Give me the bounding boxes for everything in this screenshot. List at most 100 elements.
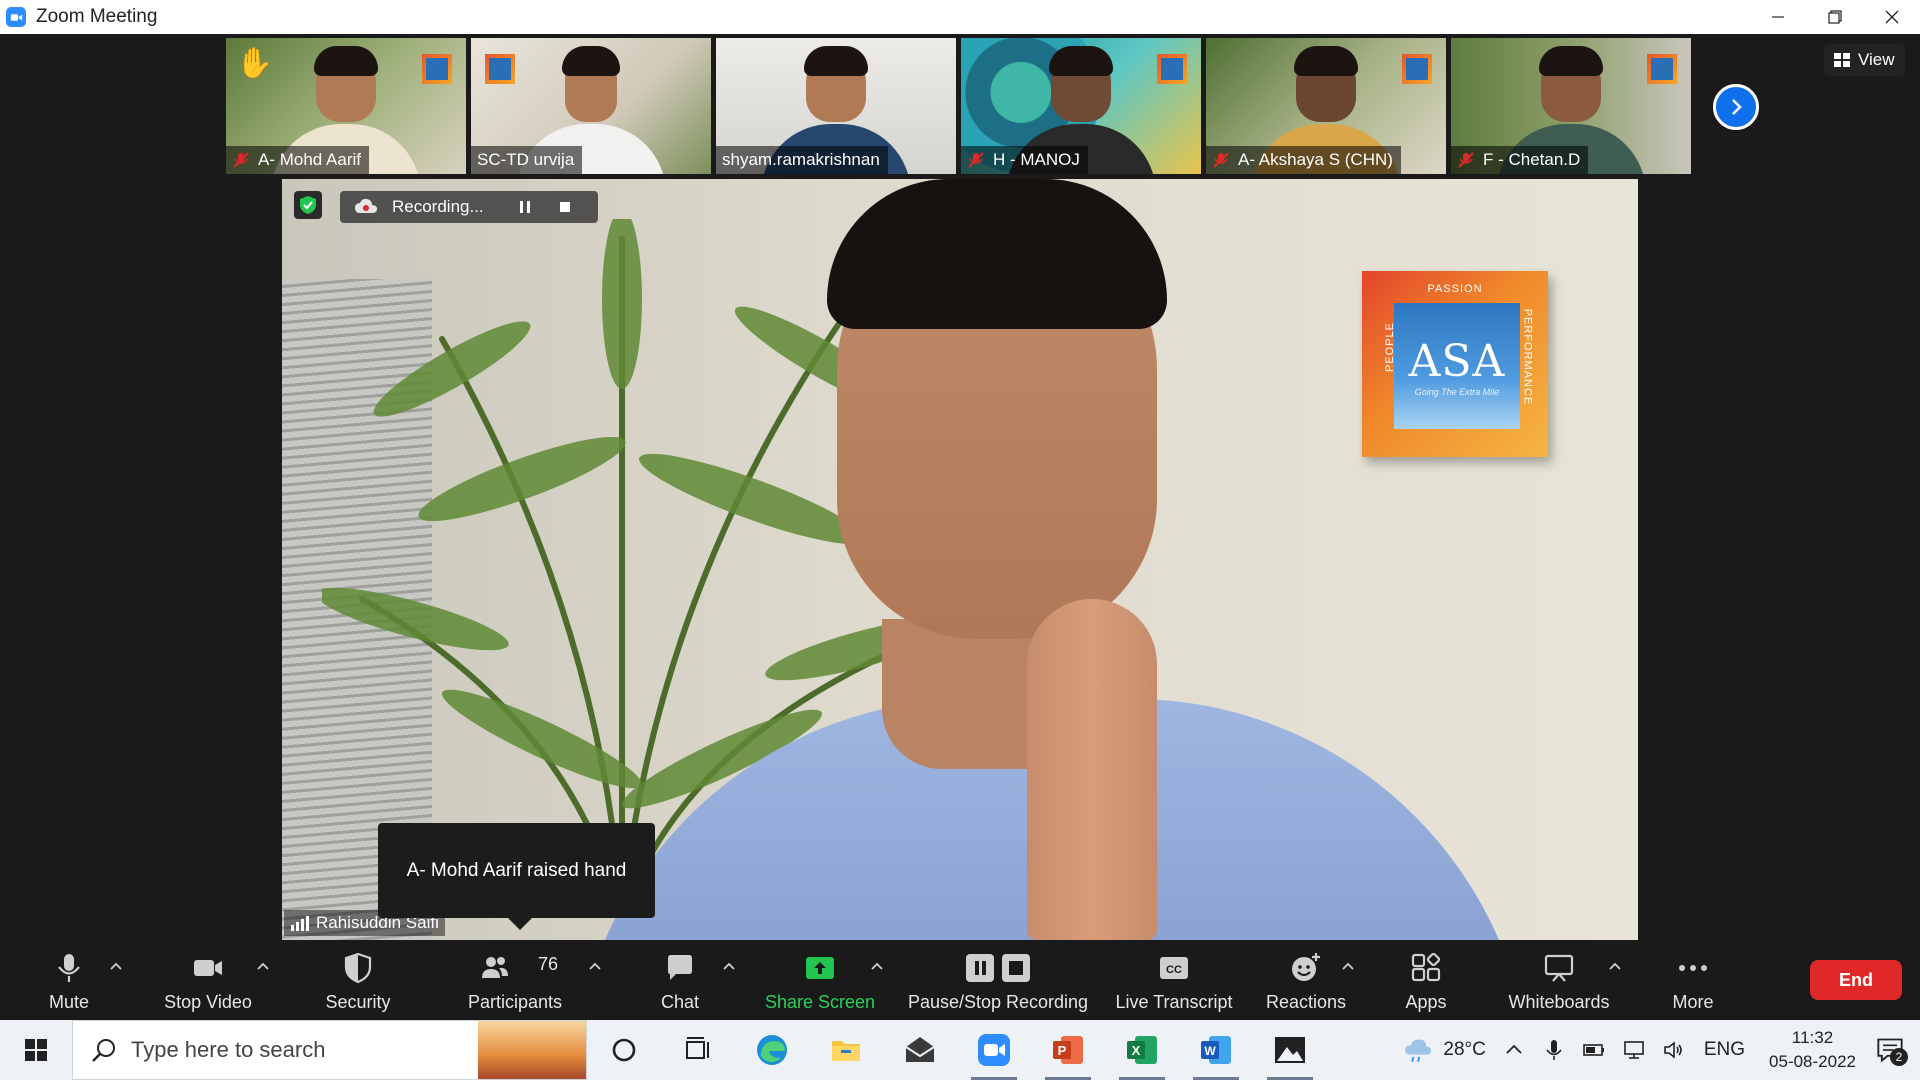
live-transcript-label: Live Transcript (1115, 992, 1233, 1012)
chevron-up-icon[interactable] (587, 958, 603, 974)
taskbar-clock[interactable]: 11:32 05-08-2022 (1769, 1026, 1856, 1074)
task-view-button[interactable] (661, 1020, 735, 1080)
language-indicator[interactable]: ENG (1704, 1039, 1745, 1061)
chat-button[interactable]: Chat (655, 940, 705, 1020)
cortana-button[interactable] (587, 1020, 661, 1080)
zoom-taskbar-button[interactable] (957, 1020, 1031, 1080)
search-icon (92, 1039, 115, 1062)
security-button[interactable]: Security (320, 940, 396, 1020)
windows-logo-icon (25, 1039, 47, 1061)
mail-envelope-icon (905, 1037, 935, 1062)
stop-video-button[interactable]: Stop Video (158, 940, 258, 1020)
photos-taskbar-button[interactable] (1253, 1020, 1327, 1080)
participant-tile[interactable]: shyam.ramakrishnan (716, 38, 956, 174)
view-button[interactable]: View (1824, 44, 1905, 76)
microphone-icon (1546, 1040, 1562, 1060)
end-meeting-button[interactable]: End (1810, 960, 1902, 1000)
participant-name: SC-TD urvija (477, 150, 575, 169)
pause-stop-recording-button[interactable]: Pause/Stop Recording (906, 940, 1090, 1020)
weather-widget[interactable]: 28°C (1401, 1036, 1486, 1064)
participant-name: A- Mohd Aarif (258, 150, 361, 169)
pause-recording-icon[interactable] (518, 200, 532, 214)
search-input[interactable] (131, 1037, 431, 1063)
share-screen-button[interactable]: Share Screen (764, 940, 876, 1020)
participant-tile[interactable]: ✋ A- Mohd Aarif (226, 38, 466, 174)
asa-poster: PASSION PEOPLE PERFORMANCE ASA Going The… (1362, 271, 1548, 457)
participants-button[interactable]: Participants (463, 940, 567, 1020)
encryption-shield-icon[interactable] (294, 191, 322, 219)
battery-icon (1583, 1044, 1604, 1056)
participant-name-bar: A- Akshaya S (CHN) (1206, 146, 1401, 174)
word-taskbar-button[interactable]: W (1179, 1020, 1253, 1080)
next-page-button[interactable] (1713, 84, 1759, 130)
stop-recording-icon[interactable] (558, 200, 572, 214)
svg-text:CC: CC (1166, 964, 1182, 976)
participant-tile[interactable]: A- Akshaya S (CHN) (1206, 38, 1446, 174)
excel-taskbar-button[interactable]: X (1105, 1020, 1179, 1080)
share-screen-icon (806, 957, 834, 979)
apps-button[interactable]: Apps (1402, 940, 1450, 1020)
search-highlight-banner[interactable] (478, 1021, 586, 1079)
whiteboards-label: Whiteboards (1508, 992, 1610, 1012)
mute-button[interactable]: Mute (42, 940, 96, 1020)
chat-label: Chat (660, 992, 700, 1012)
battery-button[interactable] (1582, 1038, 1606, 1062)
participant-name-bar: F - Chetan.D (1451, 146, 1589, 174)
shield-icon (344, 952, 372, 984)
close-button[interactable] (1863, 0, 1920, 34)
chevron-up-icon[interactable] (869, 958, 885, 974)
powerpoint-icon: P (1053, 1036, 1083, 1064)
minimize-button[interactable] (1749, 0, 1806, 34)
participant-name: H - MANOJ (993, 150, 1080, 169)
taskbar-search[interactable] (72, 1020, 587, 1080)
reactions-label: Reactions (1265, 992, 1347, 1012)
zoom-window: Zoom Meeting ✋ A- Mohd Aarif SC-TD urvij… (0, 0, 1920, 1080)
poster-right-text: PERFORMANCE (1521, 308, 1534, 406)
notification-center-button[interactable]: 2 (1870, 1030, 1910, 1070)
speaker-volume-icon (1664, 1041, 1682, 1059)
security-label: Security (325, 992, 391, 1012)
more-button[interactable]: More (1668, 940, 1718, 1020)
volume-button[interactable] (1662, 1038, 1686, 1062)
pause-stop-icon (966, 954, 1030, 982)
apps-label: Apps (1405, 992, 1447, 1012)
stop-video-label: Stop Video (164, 992, 252, 1012)
system-tray: 28°C ENG 11:32 05-08-2022 2 (1393, 1020, 1920, 1080)
zoom-app-icon (978, 1034, 1010, 1066)
participant-name: A- Akshaya S (CHN) (1238, 150, 1393, 169)
excel-icon: X (1127, 1036, 1157, 1064)
start-button[interactable] (0, 1020, 72, 1080)
participants-count: 76 (538, 954, 559, 974)
mute-label: Mute (48, 992, 90, 1012)
restore-button[interactable] (1806, 0, 1863, 34)
participant-tile[interactable]: H - MANOJ (961, 38, 1201, 174)
reactions-button[interactable]: Reactions (1266, 940, 1346, 1020)
photos-icon (1275, 1037, 1305, 1063)
whiteboards-button[interactable]: Whiteboards (1504, 940, 1614, 1020)
title-bar: Zoom Meeting (0, 0, 1920, 34)
chevron-up-icon[interactable] (1607, 958, 1623, 974)
share-screen-label: Share Screen (764, 992, 876, 1012)
live-transcript-button[interactable]: CC Live Transcript (1114, 940, 1234, 1020)
chat-bubble-icon (668, 955, 692, 980)
microphone-tray-button[interactable] (1542, 1038, 1566, 1062)
participant-tile[interactable]: F - Chetan.D (1451, 38, 1691, 174)
participant-tile[interactable]: SC-TD urvija (471, 38, 711, 174)
window-title: Zoom Meeting (36, 6, 158, 27)
mail-button[interactable] (883, 1020, 957, 1080)
task-view-icon (686, 1037, 709, 1059)
edge-taskbar-button[interactable] (735, 1020, 809, 1080)
signal-strength-icon (291, 916, 309, 931)
chevron-up-icon[interactable] (255, 958, 271, 974)
file-explorer-button[interactable] (809, 1020, 883, 1080)
chevron-up-icon[interactable] (108, 958, 124, 974)
show-hidden-icons-button[interactable] (1502, 1038, 1526, 1062)
network-button[interactable] (1622, 1038, 1646, 1062)
powerpoint-taskbar-button[interactable]: P (1031, 1020, 1105, 1080)
chevron-up-icon[interactable] (721, 958, 737, 974)
word-icon: W (1201, 1036, 1231, 1064)
more-label: More (1672, 992, 1714, 1012)
participant-name: F - Chetan.D (1483, 150, 1581, 169)
svg-text:W: W (1204, 1044, 1216, 1058)
chevron-up-icon[interactable] (1340, 958, 1356, 974)
